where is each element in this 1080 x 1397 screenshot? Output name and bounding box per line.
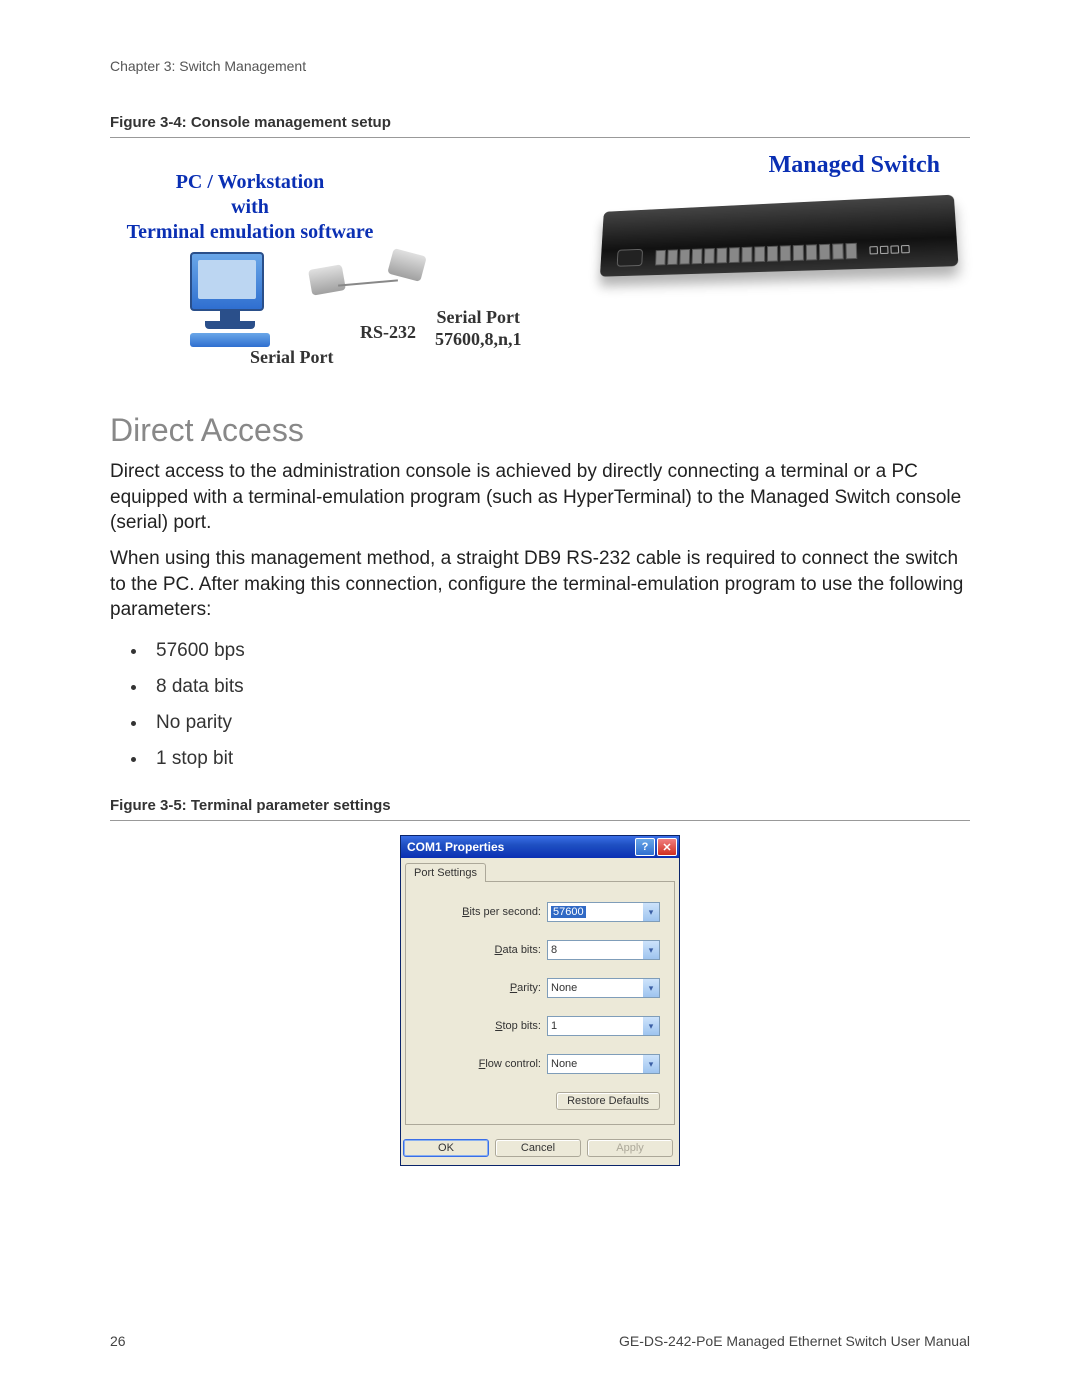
list-item: 57600 bps	[148, 633, 970, 669]
stop-bits-combo[interactable]: 1 ▾	[547, 1016, 660, 1036]
stop-bits-label: Stop bits:	[495, 1020, 541, 1032]
direct-access-heading: Direct Access	[110, 412, 970, 449]
data-bits-combo[interactable]: 8 ▾	[547, 940, 660, 960]
manual-title: GE-DS-242-PoE Managed Ethernet Switch Us…	[619, 1333, 970, 1349]
parity-value: None	[551, 982, 577, 994]
cancel-button[interactable]: Cancel	[495, 1139, 581, 1157]
page-number: 26	[110, 1333, 126, 1349]
chevron-down-icon: ▾	[643, 1017, 659, 1035]
serial-right-l2: 57600,8,n,1	[435, 329, 522, 349]
stop-bits-value: 1	[551, 1020, 557, 1032]
chevron-down-icon: ▾	[643, 903, 659, 921]
switch-icon	[599, 195, 960, 296]
pc-workstation-label: PC / Workstation with Terminal emulation…	[110, 170, 390, 245]
flow-control-value: None	[551, 1058, 577, 1070]
list-item: 1 stop bit	[148, 741, 970, 777]
port-settings-tab[interactable]: Port Settings	[405, 863, 486, 882]
pc-icon	[190, 252, 270, 347]
serial-port-left-label: Serial Port	[250, 347, 333, 368]
list-item: No parity	[148, 705, 970, 741]
restore-defaults-button[interactable]: Restore Defaults	[556, 1092, 660, 1110]
data-bits-value: 8	[551, 944, 557, 956]
parameter-list: 57600 bps 8 data bits No parity 1 stop b…	[110, 633, 970, 777]
serial-port-right-label: Serial Port 57600,8,n,1	[435, 307, 522, 350]
managed-switch-label: Managed Switch	[769, 152, 940, 179]
cable-line	[338, 279, 398, 286]
data-bits-label: Data bits:	[495, 944, 541, 956]
chevron-down-icon: ▾	[643, 941, 659, 959]
bits-per-second-combo[interactable]: 57600 ▾	[547, 902, 660, 922]
bits-per-second-label: Bits per second:	[462, 906, 541, 918]
pc-label-line: Terminal emulation software	[127, 221, 374, 243]
serial-right-l1: Serial Port	[437, 307, 520, 327]
list-item: 8 data bits	[148, 669, 970, 705]
console-setup-diagram: PC / Workstation with Terminal emulation…	[110, 152, 970, 382]
body-paragraph-1: Direct access to the administration cons…	[110, 459, 970, 536]
dialog-title: COM1 Properties	[407, 840, 504, 854]
chevron-down-icon: ▾	[643, 1055, 659, 1073]
body-paragraph-2: When using this management method, a str…	[110, 546, 970, 623]
page-footer: 26 GE-DS-242-PoE Managed Ethernet Switch…	[110, 1333, 970, 1349]
figure-3-4-caption: Figure 3-4: Console management setup	[110, 114, 970, 138]
rs232-label: RS-232	[360, 322, 416, 343]
db9-connector-icon	[387, 248, 427, 282]
flow-control-label: Flow control:	[479, 1058, 541, 1070]
pc-label-line: with	[231, 196, 269, 218]
pc-label-line: PC / Workstation	[176, 171, 325, 193]
help-button[interactable]: ?	[635, 838, 655, 856]
port-settings-panel: Bits per second: 57600 ▾ Data bits: 8 ▾	[405, 881, 675, 1125]
flow-control-combo[interactable]: None ▾	[547, 1054, 660, 1074]
apply-button[interactable]: Apply	[587, 1139, 673, 1157]
parity-label: Parity:	[510, 982, 541, 994]
ok-button[interactable]: OK	[403, 1139, 489, 1157]
parity-combo[interactable]: None ▾	[547, 978, 660, 998]
chevron-down-icon: ▾	[643, 979, 659, 997]
db9-connector-icon	[308, 264, 346, 296]
bits-per-second-value: 57600	[551, 906, 586, 918]
close-button[interactable]: ✕	[657, 838, 677, 856]
figure-3-5-caption: Figure 3-5: Terminal parameter settings	[110, 797, 970, 821]
com1-properties-dialog: COM1 Properties ? ✕ Port Settings Bits p…	[400, 835, 680, 1166]
dialog-titlebar: COM1 Properties ? ✕	[401, 836, 679, 858]
chapter-header: Chapter 3: Switch Management	[110, 58, 970, 74]
